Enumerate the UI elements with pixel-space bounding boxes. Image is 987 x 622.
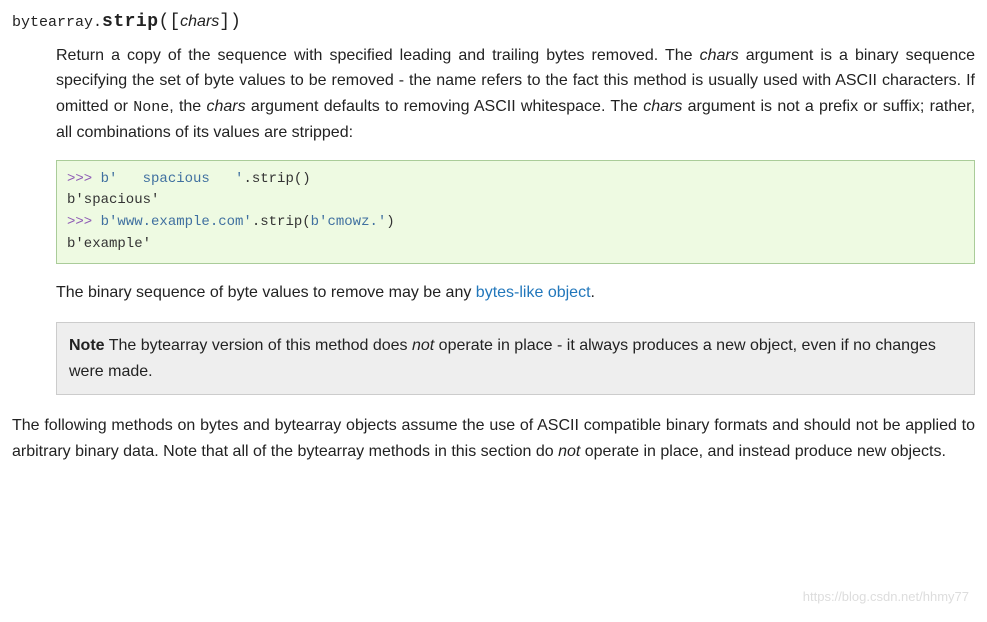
post-code-text: . [591, 284, 595, 301]
bracket-close: ] [219, 12, 230, 32]
bytes-like-object-link[interactable]: bytes-like object [476, 284, 591, 301]
code-prompt: >>> [67, 214, 101, 230]
code-string: b' spacious ' [101, 171, 244, 187]
outro-not: not [558, 443, 580, 460]
code-output: b'example' [67, 236, 151, 252]
class-prefix: bytearray. [12, 14, 102, 31]
description-paragraph: Return a copy of the sequence with speci… [56, 43, 975, 146]
code-example: >>> b' spacious '.strip() b'spacious' >>… [56, 160, 975, 265]
none-literal: None [133, 99, 169, 116]
method-name: strip [102, 12, 159, 32]
doc-body: Return a copy of the sequence with speci… [56, 43, 975, 395]
code-call: .strip() [243, 171, 310, 187]
paren-close: ) [230, 12, 241, 32]
code-string: b'cmowz.' [311, 214, 387, 230]
note-label: Note [69, 337, 105, 354]
post-code-paragraph: The binary sequence of byte values to re… [56, 280, 975, 306]
desc-chars-3: chars [643, 98, 682, 115]
code-output: b'spacious' [67, 192, 159, 208]
code-call: ) [386, 214, 394, 230]
watermark: https://blog.csdn.net/hhmy77 [803, 587, 969, 608]
code-string: b'www.example.com' [101, 214, 252, 230]
method-signature: bytearray.strip([chars]) [12, 8, 975, 37]
post-code-text: The binary sequence of byte values to re… [56, 284, 476, 301]
paren-open: ( [159, 12, 170, 32]
param-chars: chars [180, 13, 219, 30]
desc-chars-1: chars [700, 47, 739, 64]
desc-text: , the [169, 98, 206, 115]
note-not: not [412, 337, 434, 354]
desc-chars-2: chars [206, 98, 245, 115]
bracket-open: [ [169, 12, 180, 32]
desc-text: Return a copy of the sequence with speci… [56, 47, 700, 64]
code-call: .strip( [252, 214, 311, 230]
note-text: The bytearray version of this method doe… [105, 337, 412, 354]
outro-paragraph: The following methods on bytes and bytea… [12, 413, 975, 464]
note-box: Note The bytearray version of this metho… [56, 322, 975, 395]
outro-text: operate in place, and instead produce ne… [580, 443, 946, 460]
desc-text: argument defaults to removing ASCII whit… [246, 98, 644, 115]
code-prompt: >>> [67, 171, 101, 187]
